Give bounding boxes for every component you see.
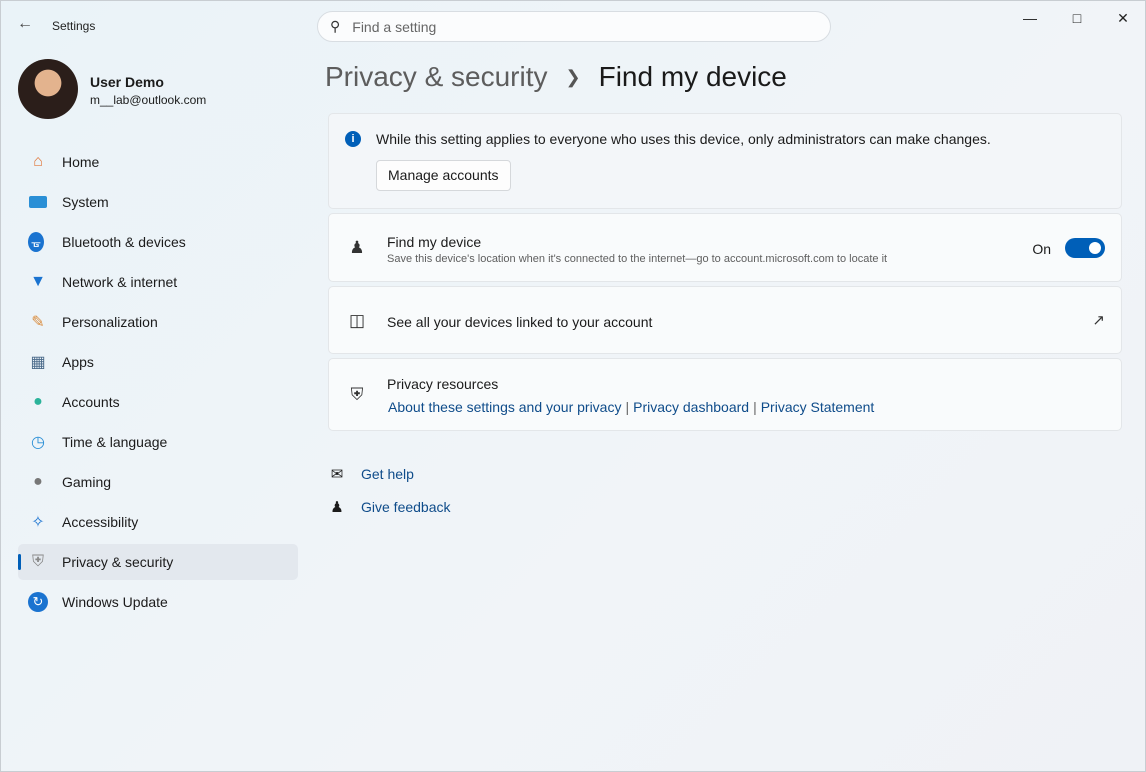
sidebar-item-home[interactable]: ⌂Home [18,144,298,180]
breadcrumb: Privacy & security ❯ Find my device [325,61,787,93]
user-email: m__lab@outlook.com [90,93,206,107]
sidebar-item-apps[interactable]: ▦Apps [18,344,298,380]
brush-icon: ✎ [28,312,48,332]
toggle-state-label: On [1032,241,1051,257]
search-input[interactable]: ⚲ Find a setting [317,11,831,42]
shield-icon: ⛨ [28,552,48,572]
notice-text: While this setting applies to everyone w… [376,131,991,147]
feedback-icon: ♟ [327,498,347,516]
sidebar-item-windows-update[interactable]: ↻Windows Update [18,584,298,620]
info-icon: i [345,131,361,147]
page-title: Find my device [599,61,787,93]
system-icon [28,192,48,212]
privacy-links: About these settings and your privacy|Pr… [388,399,874,415]
sidebar-item-privacy-security[interactable]: ⛨Privacy & security [18,544,298,580]
minimize-button[interactable]: — [1007,7,1053,29]
breadcrumb-parent[interactable]: Privacy & security [325,61,548,93]
give-feedback-link[interactable]: Give feedback [361,499,451,515]
maximize-button[interactable]: □ [1054,7,1100,29]
devices-icon: ◫ [347,311,367,331]
privacy-statement-link[interactable]: Privacy Statement [761,399,875,415]
shield-outline-icon: ⛨ [347,385,367,405]
find-device-title: Find my device [387,234,481,250]
sidebar-item-gaming[interactable]: ●Gaming [18,464,298,500]
avatar[interactable] [18,59,78,119]
globe-clock-icon: ◷ [28,432,48,452]
search-placeholder: Find a setting [352,19,436,35]
back-button[interactable]: ← [17,15,37,35]
settings-window: ← Settings ⚲ Find a setting — □ ✕ User D… [0,0,1146,772]
update-icon: ↻ [28,592,48,612]
find-device-description: Save this device's location when it's co… [387,253,887,265]
chevron-right-icon: ❯ [566,67,581,88]
sidebar-item-time-language[interactable]: ◷Time & language [18,424,298,460]
admin-notice: i While this setting applies to everyone… [328,113,1122,209]
title-bar: ← Settings ⚲ Find a setting — □ ✕ [1,1,1145,49]
accessibility-icon: ✧ [28,512,48,532]
privacy-resources-title: Privacy resources [387,376,498,392]
sidebar-item-accounts[interactable]: ●Accounts [18,384,298,420]
bluetooth-icon: ᚗ [28,232,44,252]
location-person-icon: ♟ [347,238,367,258]
sidebar-item-network[interactable]: ▼Network & internet [18,264,298,300]
wifi-icon: ▼ [28,272,48,292]
get-help-row[interactable]: ✉ Get help [327,465,414,483]
privacy-dashboard-link[interactable]: Privacy dashboard [633,399,749,415]
linked-devices-title: See all your devices linked to your acco… [387,314,652,330]
linked-devices-row[interactable]: ◫ See all your devices linked to your ac… [328,286,1122,354]
external-link-icon: ↗ [1092,311,1105,329]
find-device-toggle[interactable] [1065,238,1105,258]
find-my-device-row: ♟ Find my device Save this device's loca… [328,213,1122,282]
home-icon: ⌂ [28,152,48,172]
about-settings-link[interactable]: About these settings and your privacy [388,399,621,415]
privacy-resources-card: ⛨ Privacy resources About these settings… [328,358,1122,431]
search-icon: ⚲ [330,18,340,35]
give-feedback-row[interactable]: ♟ Give feedback [327,498,451,516]
gamepad-icon: ● [28,472,48,492]
app-title: Settings [52,19,95,33]
sidebar-nav: ⌂Home System ᚗBluetooth & devices ▼Netwo… [18,144,298,624]
apps-icon: ▦ [28,352,48,372]
sidebar-item-personalization[interactable]: ✎Personalization [18,304,298,340]
help-icon: ✉ [327,465,347,483]
user-name: User Demo [90,74,164,90]
sidebar-item-system[interactable]: System [18,184,298,220]
sidebar-item-accessibility[interactable]: ✧Accessibility [18,504,298,540]
get-help-link[interactable]: Get help [361,466,414,482]
close-button[interactable]: ✕ [1100,7,1146,29]
accounts-icon: ● [28,392,48,412]
sidebar-item-bluetooth[interactable]: ᚗBluetooth & devices [18,224,298,260]
manage-accounts-button[interactable]: Manage accounts [376,160,511,191]
